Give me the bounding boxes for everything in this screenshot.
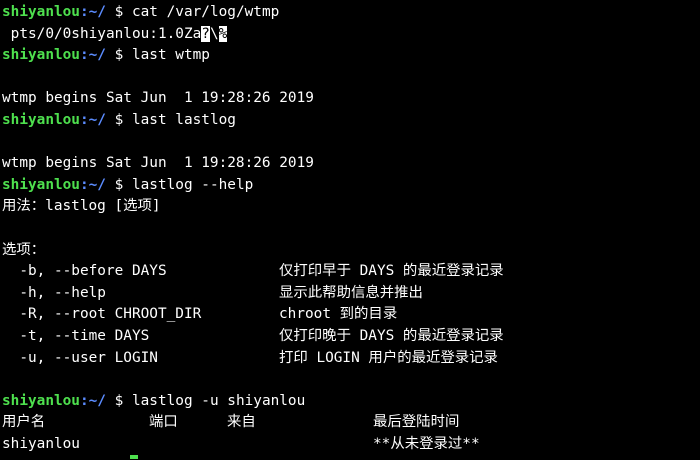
option-description: 仅打印晚于 DAYS 的最近登录记录 (279, 327, 504, 344)
option-row: -t, --time DAYS 仅打印晚于 DAYS 的最近登录记录 (2, 326, 700, 348)
option-description: 打印 LOGIN 用户的最近登录记录 (279, 349, 498, 366)
output-text: pts/0/0shiyanlou:1.0Za (2, 25, 202, 42)
cell-last-login: **从未登录过** (373, 435, 480, 452)
command-text: last wtmp (131, 47, 210, 64)
terminal-line: shiyanlou:~/ $ last wtmp (2, 45, 700, 67)
terminal-line: wtmp begins Sat Jun 1 19:28:26 2019 (2, 88, 700, 110)
prompt-sign: $ (105, 47, 132, 64)
terminal-line: shiyanlou:~/ $ cat /var/log/wtmp (2, 2, 700, 24)
terminal-line: 用法：lastlog [选项] (2, 196, 700, 218)
terminal-line: shiyanlou:~/ $ lastlog --help (2, 175, 700, 197)
binary-glyph: % (218, 25, 228, 42)
prompt-path: :~/ (79, 111, 106, 128)
prompt-user: shiyanlou (2, 176, 80, 193)
prompt-user: shiyanlou (2, 111, 80, 128)
option-row: -b, --before DAYS 仅打印早于 DAYS 的最近登录记录 (2, 261, 700, 283)
prompt-path: :~/ (79, 47, 106, 64)
option-flag: -b, --before DAYS (2, 263, 167, 280)
command-text: cat /var/log/wtmp (131, 4, 280, 20)
prompt-user: shiyanlou (2, 392, 80, 409)
prompt-sign: $ (105, 176, 132, 193)
option-flag: -t, --time DAYS (2, 327, 150, 344)
usage-text: 用法：lastlog [选项] (2, 198, 161, 215)
prompt-path: :~/ (79, 392, 106, 409)
prompt-sign: $ (105, 111, 132, 128)
cell-port (149, 434, 227, 456)
column-header-username: 用户名 (2, 414, 46, 431)
prompt-path: :~/ (79, 176, 106, 193)
option-description: 显示此帮助信息并推出 (279, 284, 423, 301)
terminal-window[interactable]: shiyanlou:~/ $ cat /var/log/wtmp pts/0/0… (0, 0, 700, 460)
option-flag: -u, --user LOGIN (2, 349, 158, 366)
output-text: wtmp begins Sat Jun 1 19:28:26 2019 (2, 90, 314, 107)
command-text: lastlog --help (131, 176, 254, 193)
column-header-last-login: 最后登陆时间 (373, 414, 460, 431)
option-description: chroot 到的目录 (279, 306, 398, 323)
terminal-line: 选项： (2, 240, 700, 262)
terminal-cursor[interactable] (130, 455, 138, 460)
cell-from (227, 434, 373, 456)
terminal-line: shiyanlou:~/ $ last lastlog (2, 110, 700, 132)
option-description: 仅打印早于 DAYS 的最近登录记录 (279, 263, 504, 280)
column-header-from: 来自 (227, 414, 256, 431)
prompt-sign: $ (105, 4, 132, 20)
column-header-port: 端口 (149, 414, 178, 431)
options-heading: 选项： (2, 241, 46, 258)
lastlog-row: shiyanlou **从未登录过** (2, 434, 700, 456)
option-row: -u, --user LOGIN 打印 LOGIN 用户的最近登录记录 (2, 348, 700, 370)
option-row: -h, --help 显示此帮助信息并推出 (2, 283, 700, 305)
prompt-sign: $ (105, 392, 132, 409)
binary-glyph: ? (201, 25, 210, 42)
terminal-line: wtmp begins Sat Jun 1 19:28:26 2019 (2, 153, 700, 175)
option-flag: -R, --root CHROOT_DIR (2, 306, 202, 323)
output-text: \ (209, 25, 219, 42)
option-flag: -h, --help (2, 284, 106, 301)
prompt-path: :~/ (79, 4, 106, 20)
prompt-user: shiyanlou (2, 47, 80, 64)
prompt-user: shiyanlou (2, 4, 80, 20)
command-text: last lastlog (131, 111, 236, 128)
output-text: wtmp begins Sat Jun 1 19:28:26 2019 (2, 155, 314, 172)
cell-username: shiyanlou (2, 435, 80, 452)
lastlog-header-row: 用户名 端口 来自 最后登陆时间 (2, 412, 700, 434)
terminal-line: pts/0/0shiyanlou:1.0Za?\% (2, 24, 700, 46)
terminal-line: shiyanlou:~/ $ lastlog -u shiyanlou (2, 391, 700, 413)
terminal-line (2, 455, 700, 460)
command-text: lastlog -u shiyanlou (131, 392, 306, 409)
option-row: -R, --root CHROOT_DIR chroot 到的目录 (2, 304, 700, 326)
